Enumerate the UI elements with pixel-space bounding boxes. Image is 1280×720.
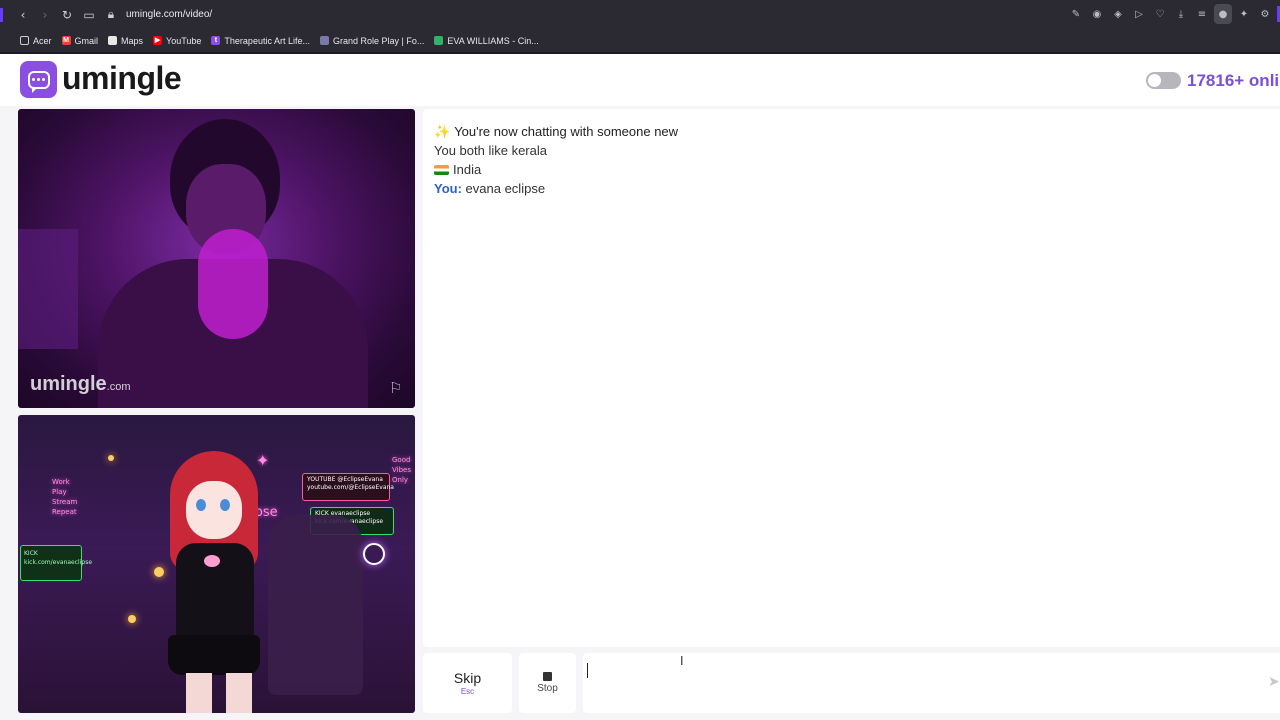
profile-icon[interactable]: ● [1214,4,1232,24]
site-icon: t [211,36,221,45]
send-icon[interactable]: ➤ [1268,674,1280,690]
neon-sign-right: Good Vibes Only [392,456,411,484]
reload-button[interactable]: ↻ [56,4,78,26]
neon-sign-left: Work Play Stream Repeat [52,478,78,516]
bookmark-grand-role-play[interactable]: Grand Role Play | Fo... [319,35,425,46]
page: umingle 17816+ onli umingle.com ⚐ Work P… [0,54,1280,720]
stop-icon [543,672,552,681]
brand-name[interactable]: umingle [62,60,182,97]
gmail-icon: M [61,36,71,45]
person-hand [198,229,268,339]
stop-label: Stop [537,683,558,694]
address-bar[interactable]: umingle.com/video/ [126,9,212,20]
toolbar-icons: ✎ ◉ ◈ ▷ ♡ ⤓ ≡ ● ✦ ⚙ [1067,4,1274,24]
avatar-leg [226,673,252,713]
chat-log: ✨ You're now chatting with someone new Yo… [423,109,1280,647]
text-caret [587,663,588,678]
bookmark-label: Gmail [74,35,99,46]
bookmark-eva-williams[interactable]: EVA WILLIAMS - Cin... [434,35,539,46]
avatar-face [186,481,242,539]
toggle-knob [1148,74,1161,87]
stranger-video: umingle.com ⚐ [18,109,415,408]
bookmark-youtube[interactable]: ▶ YouTube [153,36,201,46]
skip-shortcut-hint: Esc [460,687,475,696]
maps-icon [108,36,118,45]
stop-button[interactable]: Stop [519,653,576,713]
self-video: Work Play Stream Repeat Good Vibes Only … [18,415,415,713]
back-button[interactable]: ‹ [12,4,34,26]
message-text: India [453,162,482,177]
chat-system-message: ✨ You're now chatting with someone new [434,124,678,140]
sparkle-icon: ✨ [434,125,451,140]
bookmark-label: EVA WILLIAMS - Cin... [447,35,539,46]
bookmark-gmail[interactable]: M Gmail [61,35,99,46]
site-icon [319,36,329,45]
online-count: 17816+ onli [1187,71,1280,90]
kick-panel-left: KICK kick.com/evanaeclipse [20,545,92,581]
browser-titlebar: ‹ › ↻ ▭ 🔒︎ umingle.com/video/ ✎ ◉ ◈ ▷ ♡ … [0,0,1280,29]
bookmark-label: Grand Role Play | Fo... [332,35,425,46]
bookmarks-bar: Acer M Gmail Maps ▶ YouTube t Therapeuti… [0,29,1280,53]
background-shelf [18,229,78,349]
heart-icon[interactable]: ♡ [1151,4,1169,24]
folder-icon [20,36,29,45]
bookmark-label: YouTube [166,35,202,46]
play-icon[interactable]: ▷ [1130,4,1148,24]
star-neon-icon: ✦ [256,451,270,470]
chat-message-you: You: evana eclipse [434,181,545,196]
bookmark-label: Maps [121,35,144,46]
mouse-cursor-ibeam: I [680,654,684,668]
bookmark-label: Therapeutic Art Life... [224,35,310,46]
lamp-icon [108,455,114,461]
moon-neon-icon [363,543,385,565]
site-header: umingle 17816+ onli [0,54,1280,106]
avatar-heart [204,555,220,567]
extension-icon[interactable]: ✦ [1235,4,1253,24]
bookmark-therapeutic[interactable]: t Therapeutic Art Life... [211,36,310,46]
chat-country: India [434,162,481,177]
avatar-eye [220,499,230,511]
avatar-leg [186,673,212,713]
speaker-label: You: [434,181,462,196]
avatar-skirt [168,635,260,675]
lamp-icon [154,567,164,577]
lamp-icon [128,615,136,623]
site-info-icon[interactable]: ▭ [78,4,100,26]
watermark-text: umingle [30,373,107,395]
message-input[interactable] [583,653,1280,713]
theme-toggle[interactable] [1146,72,1181,89]
bookmark-acer[interactable]: Acer [20,36,52,46]
video-watermark: umingle.com [30,373,131,396]
skip-button[interactable]: Skip Esc [423,653,512,713]
youtube-icon: ▶ [153,36,163,45]
menu-icon[interactable]: ≡ [1193,4,1211,24]
bookmark-label: Acer [33,35,52,46]
avatar-eye [196,499,206,511]
shield-icon[interactable]: ◈ [1109,4,1127,24]
india-flag-icon [434,165,449,175]
chat-bubble-logo-icon[interactable] [20,61,57,98]
flag-icon[interactable]: ⚐ [389,379,402,397]
message-text: You're now chatting with someone new [454,124,679,139]
download-icon[interactable]: ⤓ [1172,4,1190,24]
settings-icon[interactable]: ⚙ [1256,4,1274,24]
window-accent [0,8,3,22]
lock-icon[interactable]: 🔒︎ [100,4,122,26]
camera-icon[interactable]: ◉ [1088,4,1106,24]
edit-icon[interactable]: ✎ [1067,4,1085,24]
site-icon [434,36,444,45]
chat-common-interest: You both like kerala [434,143,547,158]
youtube-panel: YOUTUBE @EclipseEvana youtube.com/@Eclip… [302,473,394,501]
forward-button[interactable]: › [34,4,56,26]
message-text: You both like kerala [434,143,547,158]
watermark-suffix: .com [106,381,131,393]
bookmark-maps[interactable]: Maps [108,36,143,46]
skip-label: Skip [453,670,482,686]
gaming-chair [268,515,363,695]
message-text: evana eclipse [465,181,546,196]
